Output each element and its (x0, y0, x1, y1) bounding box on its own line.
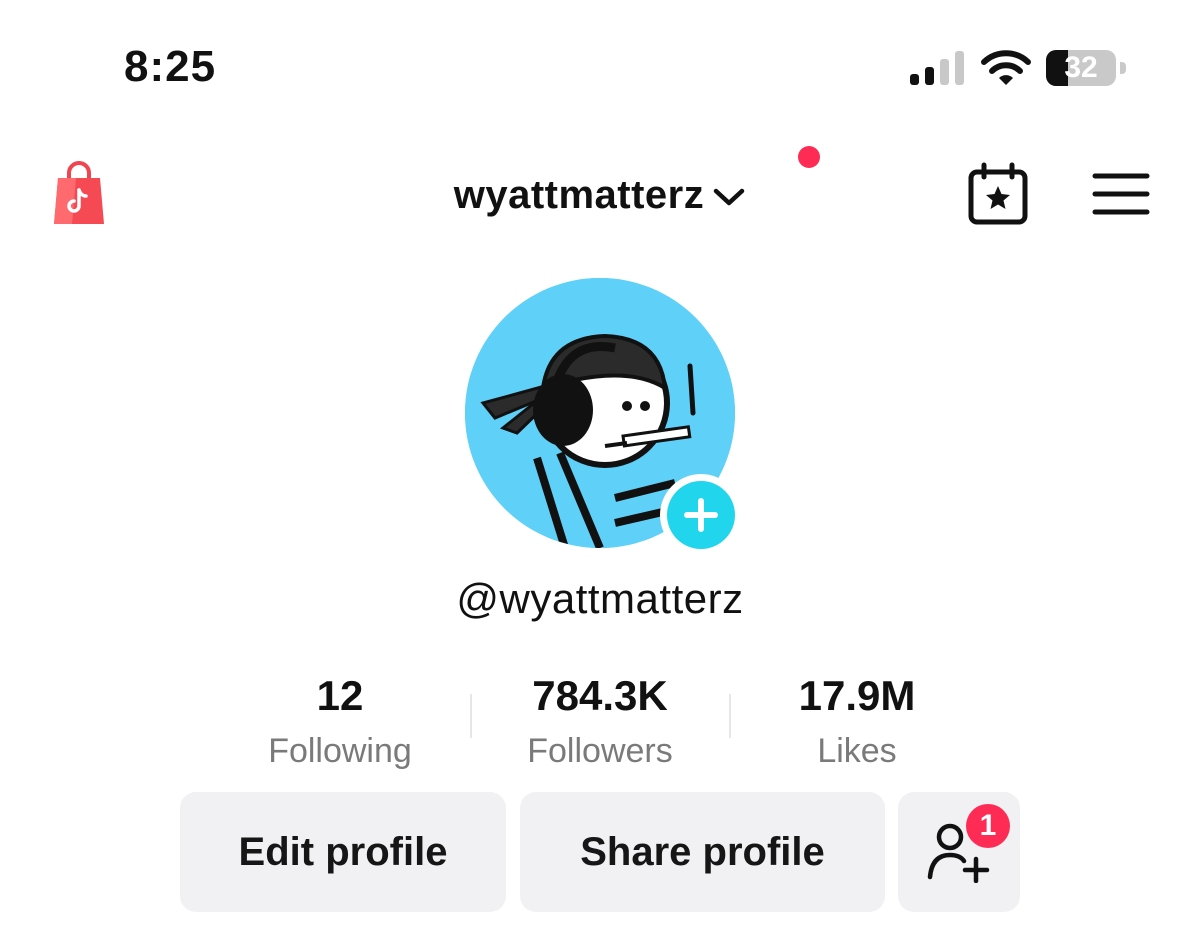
shopping-bag-icon[interactable] (52, 160, 106, 228)
menu-icon[interactable] (1092, 172, 1150, 216)
username-title: wyattmatterz (453, 172, 705, 217)
following-count: 12 (316, 672, 364, 719)
add-avatar-button[interactable] (660, 474, 742, 556)
following-label: Following (268, 732, 412, 770)
share-profile-button[interactable]: Share profile (520, 792, 885, 912)
likes-label: Likes (817, 732, 897, 770)
status-time: 8:25 (124, 42, 217, 91)
stat-likes[interactable]: 17.9M Likes (737, 668, 977, 776)
plus-icon (684, 498, 718, 532)
profile-page: 8:25 32 wyattmatterz @wyattmatterz 12 Fo… (0, 0, 1200, 943)
friend-request-badge: 1 (966, 804, 1010, 848)
followers-count: 784.3K (532, 672, 668, 719)
chevron-down-icon (714, 188, 745, 206)
stat-divider (729, 694, 731, 738)
calendar-star-icon[interactable] (966, 162, 1030, 226)
stat-followers[interactable]: 784.3K Followers (480, 668, 720, 776)
stat-divider (470, 694, 472, 738)
battery-level: 32 (1064, 51, 1098, 84)
wifi-icon (981, 50, 1031, 85)
battery-indicator: 32 (1046, 50, 1128, 88)
edit-profile-button[interactable]: Edit profile (180, 792, 506, 912)
likes-count: 17.9M (798, 672, 916, 719)
account-switcher[interactable]: wyattmatterz (400, 160, 800, 230)
profile-handle: @wyattmatterz (456, 575, 744, 622)
notification-dot (798, 146, 820, 168)
cellular-signal-icon (910, 51, 964, 85)
stat-following[interactable]: 12 Following (220, 668, 460, 776)
followers-label: Followers (527, 732, 673, 770)
